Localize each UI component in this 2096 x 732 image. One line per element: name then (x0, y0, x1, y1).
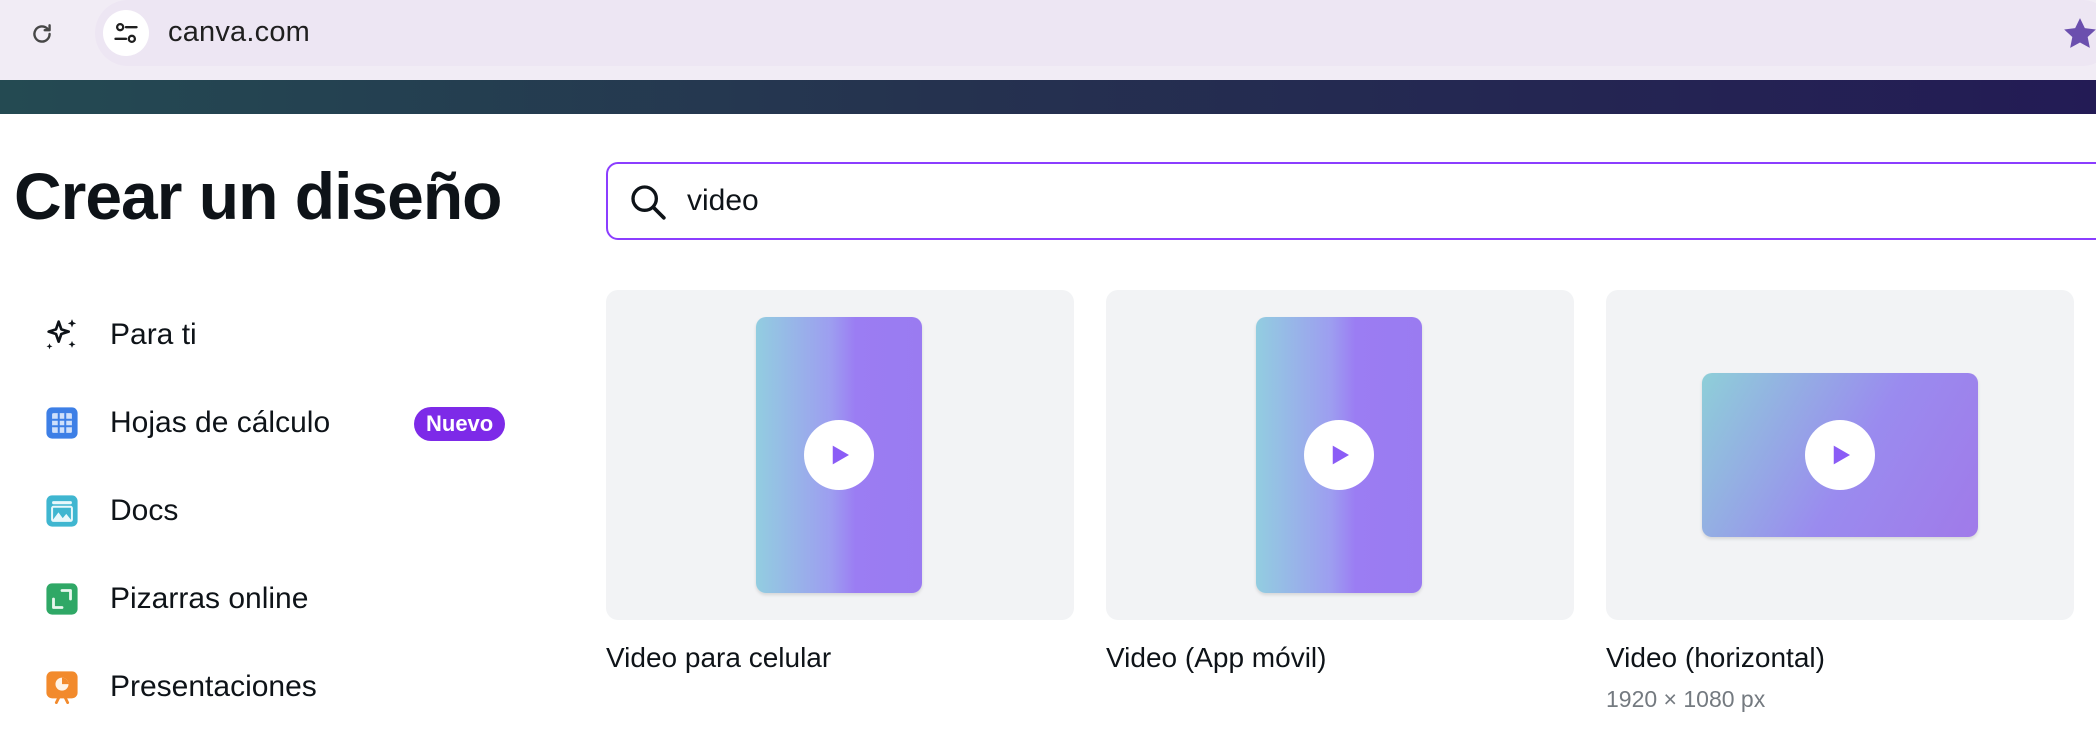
video-preview (756, 317, 922, 593)
star-icon (2064, 18, 2096, 48)
search-box[interactable] (606, 162, 2096, 240)
card-thumbnail[interactable] (1106, 290, 1574, 620)
url-text[interactable]: canva.com (168, 16, 310, 49)
sparkles-icon (40, 313, 84, 357)
spreadsheet-icon (40, 401, 84, 445)
video-preview (1702, 373, 1978, 537)
video-preview (1256, 317, 1422, 593)
sidebar-item-hojas-de-calculo[interactable]: Hojas de cálculo Nuevo (40, 393, 520, 453)
sidebar-item-label: Para ti (110, 318, 197, 351)
card-dimensions: 1920 × 1080 px (1606, 686, 1766, 712)
tune-icon (114, 22, 138, 44)
card-thumbnail[interactable] (606, 290, 1074, 620)
browser-toolbar: canva.com (0, 0, 2096, 80)
sidebar-item-pizarras-online[interactable]: Pizarras online (40, 569, 520, 629)
bookmark-button[interactable] (2060, 14, 2096, 54)
search-icon (631, 185, 666, 220)
sidebar-item-docs[interactable]: Docs (40, 481, 520, 541)
reload-icon (33, 24, 51, 43)
sidebar-item-para-ti[interactable]: Para ti (40, 305, 520, 365)
sidebar-item-label: Presentaciones (110, 670, 317, 703)
address-bar[interactable]: canva.com (95, 0, 2096, 66)
card-title[interactable]: Video para celular (606, 642, 831, 674)
page-title: Crear un diseño (14, 159, 502, 233)
card-title[interactable]: Video (App móvil) (1106, 642, 1326, 674)
sidebar-item-presentaciones[interactable]: Presentaciones (40, 657, 520, 717)
sidebar-item-label: Pizarras online (110, 582, 309, 615)
site-info-button[interactable] (103, 10, 149, 56)
result-card-video-app-movil[interactable]: Video (App móvil) (1106, 290, 1574, 673)
card-title[interactable]: Video (horizontal) (1606, 642, 1825, 674)
docs-icon (40, 489, 84, 533)
sidebar-item-label: Docs (110, 494, 179, 527)
reload-button[interactable] (24, 16, 60, 52)
top-banner (0, 80, 2096, 114)
play-icon (804, 420, 874, 490)
card-thumbnail[interactable] (1606, 290, 2074, 620)
presentation-icon (40, 665, 84, 709)
new-badge: Nuevo (414, 407, 506, 441)
play-icon (1304, 420, 1374, 490)
result-card-video-para-celular[interactable]: Video para celular (606, 290, 1074, 673)
play-icon (1805, 420, 1875, 490)
result-card-video-horizontal[interactable]: Video (horizontal) 1920 × 1080 px (1606, 290, 2074, 712)
search-input[interactable] (687, 178, 1987, 224)
sidebar-item-label: Hojas de cálculo (110, 406, 331, 439)
whiteboard-icon (40, 577, 84, 621)
